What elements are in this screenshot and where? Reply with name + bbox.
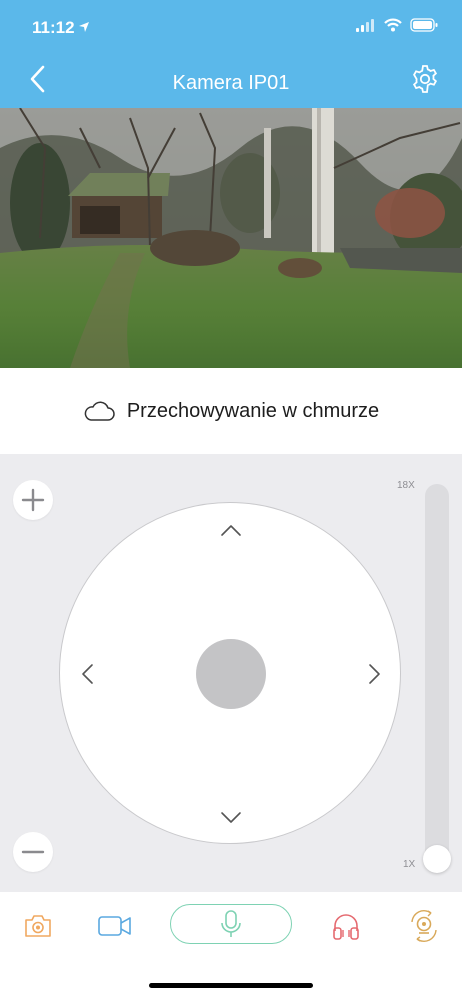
arrow-left-icon — [82, 664, 93, 684]
zoom-slider-knob[interactable] — [423, 845, 451, 873]
pan-left-button[interactable] — [74, 661, 100, 687]
cruise-button[interactable] — [404, 906, 444, 946]
arrow-up-icon — [221, 525, 241, 536]
record-video-button[interactable] — [95, 906, 135, 946]
cloud-storage-label: Przechowywanie w chmurze — [126, 399, 380, 422]
header-bar: 11:12 Kamera IP01 — [0, 0, 462, 108]
cloud-icon — [84, 401, 115, 421]
cruise-rotate-icon — [411, 910, 437, 942]
headphones-icon — [333, 914, 359, 940]
snapshot-camera-icon — [25, 915, 51, 937]
live-camera-view[interactable] — [0, 108, 462, 368]
listen-button[interactable] — [326, 906, 366, 946]
joystick-knob[interactable] — [196, 639, 266, 709]
signal-icon — [356, 19, 374, 32]
zoom-out-button[interactable] — [13, 832, 53, 872]
ptz-joystick[interactable] — [59, 502, 401, 844]
arrow-down-icon — [221, 812, 241, 823]
zoom-in-button[interactable] — [13, 480, 53, 520]
zoom-slider-track[interactable] — [425, 484, 449, 866]
home-indicator[interactable] — [149, 983, 313, 988]
wifi-icon — [384, 18, 402, 32]
pan-down-button[interactable] — [218, 805, 244, 831]
arrow-right-icon — [369, 664, 380, 684]
gear-icon[interactable] — [410, 64, 440, 94]
video-record-icon — [98, 916, 131, 936]
ptz-control-panel: 18X 1X — [0, 454, 462, 892]
bottom-toolbar — [0, 892, 462, 962]
minus-icon — [21, 850, 45, 854]
plus-icon — [21, 488, 45, 512]
pan-up-button[interactable] — [218, 517, 244, 543]
pan-right-button[interactable] — [362, 661, 388, 687]
camera-feed-image — [0, 108, 462, 368]
location-arrow-icon — [79, 22, 89, 32]
status-time: 11:12 — [32, 18, 75, 37]
microphone-icon — [221, 910, 241, 937]
page-title: Kamera IP01 — [172, 72, 290, 94]
status-icons — [356, 18, 438, 32]
battery-icon — [410, 18, 438, 32]
zoom-max-label: 18X — [397, 480, 415, 491]
talk-button[interactable] — [170, 904, 292, 944]
cloud-storage-button[interactable]: Przechowywanie w chmurze — [0, 368, 462, 454]
zoom-min-label: 1X — [403, 859, 416, 870]
snapshot-button[interactable] — [18, 906, 58, 946]
